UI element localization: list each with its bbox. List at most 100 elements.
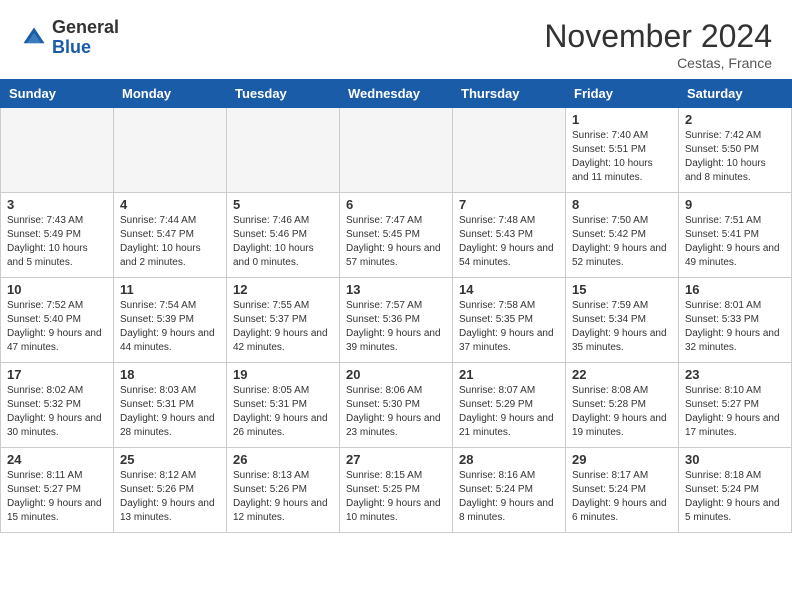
day-header-thursday: Thursday: [453, 80, 566, 108]
day-number: 21: [459, 367, 559, 382]
day-number: 30: [685, 452, 785, 467]
month-title: November 2024: [544, 18, 772, 55]
day-number: 3: [7, 197, 107, 212]
calendar-cell: [1, 108, 114, 193]
day-number: 16: [685, 282, 785, 297]
day-number: 18: [120, 367, 220, 382]
day-info: Sunrise: 8:03 AM Sunset: 5:31 PM Dayligh…: [120, 384, 220, 440]
day-number: 11: [120, 282, 220, 297]
day-info: Sunrise: 8:18 AM Sunset: 5:24 PM Dayligh…: [685, 469, 785, 525]
day-header-sunday: Sunday: [1, 80, 114, 108]
calendar-cell: 11 Sunrise: 7:54 AM Sunset: 5:39 PM Dayli…: [114, 278, 227, 363]
day-info: Sunrise: 8:11 AM Sunset: 5:27 PM Dayligh…: [7, 469, 107, 525]
day-number: 9: [685, 197, 785, 212]
day-number: 8: [572, 197, 672, 212]
day-header-friday: Friday: [566, 80, 679, 108]
calendar-cell: 23Sunrise: 8:10 AM Sunset: 5:27 PM Dayli…: [679, 363, 792, 448]
day-info: Sunrise: 7:50 AM Sunset: 5:42 PM Dayligh…: [572, 214, 672, 270]
calendar-cell: 22 Sunrise: 8:08 AM Sunset: 5:28 PM Dayli…: [566, 363, 679, 448]
calendar-cell: [227, 108, 340, 193]
day-info: Sunrise: 8:07 AM Sunset: 5:29 PM Dayligh…: [459, 384, 559, 440]
week-row-3: 10 Sunrise: 7:52 AM Sunset: 5:40 PM Dayli…: [1, 278, 792, 363]
day-info: Sunrise: 7:42 AM Sunset: 5:50 PM Dayligh…: [685, 129, 785, 185]
day-info: Sunrise: 7:57 AM Sunset: 5:36 PM Dayligh…: [346, 299, 446, 355]
day-number: 22: [572, 367, 672, 382]
day-info: Sunrise: 7:43 AM Sunset: 5:49 PM Dayligh…: [7, 214, 107, 270]
week-row-2: 3 Sunrise: 7:43 AM Sunset: 5:49 PM Daylig…: [1, 193, 792, 278]
day-info: Sunrise: 7:59 AM Sunset: 5:34 PM Dayligh…: [572, 299, 672, 355]
calendar-cell: 4Sunrise: 7:44 AM Sunset: 5:47 PM Daylig…: [114, 193, 227, 278]
day-info: Sunrise: 7:58 AM Sunset: 5:35 PM Dayligh…: [459, 299, 559, 355]
calendar-cell: 26Sunrise: 8:13 AM Sunset: 5:26 PM Dayli…: [227, 448, 340, 533]
day-info: Sunrise: 8:17 AM Sunset: 5:24 PM Dayligh…: [572, 469, 672, 525]
calendar-cell: 2Sunrise: 7:42 AM Sunset: 5:50 PM Daylig…: [679, 108, 792, 193]
calendar-cell: 14Sunrise: 7:58 AM Sunset: 5:35 PM Dayli…: [453, 278, 566, 363]
week-row-4: 17 Sunrise: 8:02 AM Sunset: 5:32 PM Dayli…: [1, 363, 792, 448]
day-info: Sunrise: 7:51 AM Sunset: 5:41 PM Dayligh…: [685, 214, 785, 270]
day-number: 17: [7, 367, 107, 382]
logo-blue: Blue: [52, 37, 91, 57]
day-info: Sunrise: 7:52 AM Sunset: 5:40 PM Dayligh…: [7, 299, 107, 355]
day-info: Sunrise: 7:46 AM Sunset: 5:46 PM Dayligh…: [233, 214, 333, 270]
calendar-cell: 28 Sunrise: 8:16 AM Sunset: 5:24 PM Dayli…: [453, 448, 566, 533]
calendar-cell: 16 Sunrise: 8:01 AM Sunset: 5:33 PM Dayli…: [679, 278, 792, 363]
calendar-cell: 7 Sunrise: 7:48 AM Sunset: 5:43 PM Daylig…: [453, 193, 566, 278]
day-number: 7: [459, 197, 559, 212]
calendar-cell: 1 Sunrise: 7:40 AM Sunset: 5:51 PM Daylig…: [566, 108, 679, 193]
day-info: Sunrise: 7:55 AM Sunset: 5:37 PM Dayligh…: [233, 299, 333, 355]
calendar-cell: 29 Sunrise: 8:17 AM Sunset: 5:24 PM Dayli…: [566, 448, 679, 533]
day-info: Sunrise: 8:08 AM Sunset: 5:28 PM Dayligh…: [572, 384, 672, 440]
day-info: Sunrise: 8:12 AM Sunset: 5:26 PM Dayligh…: [120, 469, 220, 525]
day-header-wednesday: Wednesday: [340, 80, 453, 108]
day-number: 12: [233, 282, 333, 297]
calendar-cell: 19 Sunrise: 8:05 AM Sunset: 5:31 PM Dayli…: [227, 363, 340, 448]
calendar-cell: 8 Sunrise: 7:50 AM Sunset: 5:42 PM Daylig…: [566, 193, 679, 278]
day-number: 29: [572, 452, 672, 467]
day-number: 25: [120, 452, 220, 467]
calendar-cell: 25 Sunrise: 8:12 AM Sunset: 5:26 PM Dayli…: [114, 448, 227, 533]
day-number: 4: [120, 197, 220, 212]
day-number: 1: [572, 112, 672, 127]
day-number: 28: [459, 452, 559, 467]
location: Cestas, France: [544, 55, 772, 71]
day-info: Sunrise: 8:16 AM Sunset: 5:24 PM Dayligh…: [459, 469, 559, 525]
calendar-cell: 20 Sunrise: 8:06 AM Sunset: 5:30 PM Dayli…: [340, 363, 453, 448]
day-info: Sunrise: 8:05 AM Sunset: 5:31 PM Dayligh…: [233, 384, 333, 440]
header: General Blue November 2024 Cestas, Franc…: [0, 0, 792, 79]
calendar-cell: 5Sunrise: 7:46 AM Sunset: 5:46 PM Daylig…: [227, 193, 340, 278]
day-info: Sunrise: 8:15 AM Sunset: 5:25 PM Dayligh…: [346, 469, 446, 525]
day-info: Sunrise: 8:01 AM Sunset: 5:33 PM Dayligh…: [685, 299, 785, 355]
week-row-5: 24Sunrise: 8:11 AM Sunset: 5:27 PM Dayli…: [1, 448, 792, 533]
day-info: Sunrise: 7:47 AM Sunset: 5:45 PM Dayligh…: [346, 214, 446, 270]
day-info: Sunrise: 7:48 AM Sunset: 5:43 PM Dayligh…: [459, 214, 559, 270]
calendar-cell: 24Sunrise: 8:11 AM Sunset: 5:27 PM Dayli…: [1, 448, 114, 533]
day-info: Sunrise: 7:40 AM Sunset: 5:51 PM Dayligh…: [572, 129, 672, 185]
calendar-cell: [453, 108, 566, 193]
calendar-cell: [114, 108, 227, 193]
day-header-tuesday: Tuesday: [227, 80, 340, 108]
day-number: 13: [346, 282, 446, 297]
logo-general: General: [52, 17, 119, 37]
calendar-cell: [340, 108, 453, 193]
day-number: 10: [7, 282, 107, 297]
calendar-cell: 15 Sunrise: 7:59 AM Sunset: 5:34 PM Dayli…: [566, 278, 679, 363]
calendar-cell: 10 Sunrise: 7:52 AM Sunset: 5:40 PM Dayli…: [1, 278, 114, 363]
day-number: 15: [572, 282, 672, 297]
calendar-cell: 17 Sunrise: 8:02 AM Sunset: 5:32 PM Dayli…: [1, 363, 114, 448]
day-header-monday: Monday: [114, 80, 227, 108]
day-info: Sunrise: 8:06 AM Sunset: 5:30 PM Dayligh…: [346, 384, 446, 440]
calendar-cell: 13 Sunrise: 7:57 AM Sunset: 5:36 PM Dayli…: [340, 278, 453, 363]
calendar-cell: 6 Sunrise: 7:47 AM Sunset: 5:45 PM Daylig…: [340, 193, 453, 278]
calendar-cell: 12 Sunrise: 7:55 AM Sunset: 5:37 PM Dayli…: [227, 278, 340, 363]
calendar-cell: 21 Sunrise: 8:07 AM Sunset: 5:29 PM Dayli…: [453, 363, 566, 448]
logo-icon: [20, 24, 48, 52]
day-number: 19: [233, 367, 333, 382]
day-number: 26: [233, 452, 333, 467]
day-number: 6: [346, 197, 446, 212]
week-row-1: 1 Sunrise: 7:40 AM Sunset: 5:51 PM Daylig…: [1, 108, 792, 193]
day-info: Sunrise: 8:10 AM Sunset: 5:27 PM Dayligh…: [685, 384, 785, 440]
day-number: 20: [346, 367, 446, 382]
day-info: Sunrise: 8:02 AM Sunset: 5:32 PM Dayligh…: [7, 384, 107, 440]
day-header-saturday: Saturday: [679, 80, 792, 108]
day-info: Sunrise: 7:54 AM Sunset: 5:39 PM Dayligh…: [120, 299, 220, 355]
